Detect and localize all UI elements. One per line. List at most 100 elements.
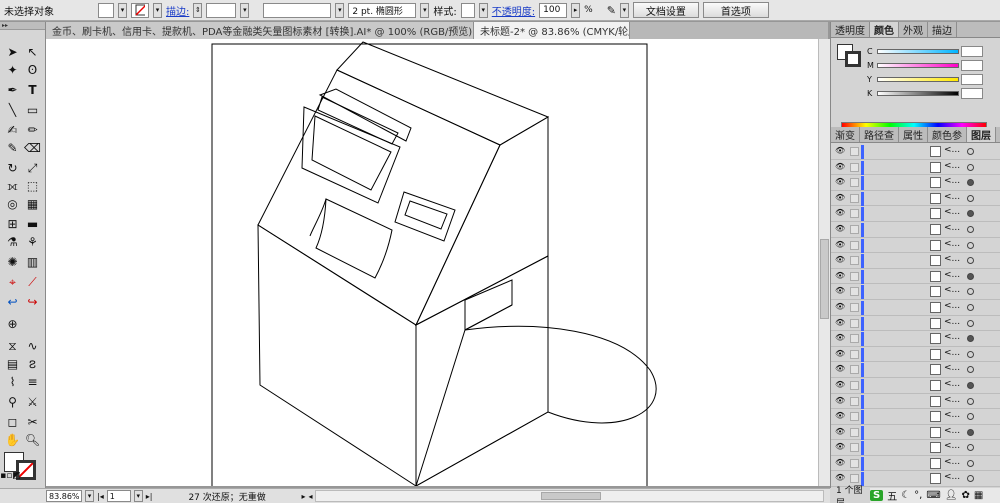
first-page-icon[interactable]: |◂ <box>97 492 104 501</box>
target-circle-icon[interactable] <box>967 257 974 265</box>
knife-tool-icon[interactable]: ⚔ <box>24 394 41 410</box>
target-circle-icon[interactable] <box>967 381 974 389</box>
target-circle-icon[interactable] <box>967 179 974 187</box>
target-circle-icon[interactable] <box>967 225 974 233</box>
tab-attributes[interactable]: 属性 <box>899 127 928 142</box>
visibility-eye-icon[interactable]: 👁︎ <box>835 396 845 405</box>
color-mode-icon[interactable]: ▪▫◩ <box>0 468 21 484</box>
lock-toggle-icon[interactable] <box>850 147 859 156</box>
visibility-eye-icon[interactable]: 👁︎ <box>835 443 845 451</box>
opacity-dropdown[interactable]: ▸ <box>571 2 581 18</box>
visibility-eye-icon[interactable]: 👁︎ <box>835 412 845 420</box>
layer-row[interactable]: 👁︎ <... <box>831 284 1000 300</box>
warp-tool-icon[interactable]: ∿ <box>24 338 41 354</box>
slice-tool-icon[interactable]: ⟋ <box>24 274 41 290</box>
layer-row[interactable]: 👁︎ <... <box>831 159 1000 176</box>
lock-toggle-icon[interactable] <box>850 271 859 281</box>
target-circle-icon[interactable] <box>967 148 974 155</box>
opacity-input[interactable]: 100 <box>539 2 568 18</box>
lock-toggle-icon[interactable] <box>850 224 859 234</box>
scale-tool-icon[interactable]: ⤢ <box>24 160 41 176</box>
stroke-weight-stepper[interactable]: ⇕ <box>193 2 203 18</box>
target-circle-icon[interactable] <box>967 350 974 358</box>
lock-toggle-icon[interactable] <box>850 302 859 312</box>
channel-m-slider[interactable] <box>877 62 959 68</box>
lock-toggle-icon[interactable] <box>850 349 859 359</box>
grid-tool-icon[interactable]: ▤ <box>4 356 21 372</box>
ime-mode[interactable]: 五 <box>887 488 897 503</box>
visibility-eye-icon[interactable]: 👁︎ <box>835 287 845 295</box>
target-circle-icon[interactable] <box>967 303 974 311</box>
lock-toggle-icon[interactable] <box>850 256 859 266</box>
layer-row[interactable]: 👁︎ <... <box>831 144 1000 160</box>
lock-toggle-icon[interactable] <box>850 412 859 422</box>
channel-c-input[interactable] <box>961 45 983 57</box>
stroke-swatch-box[interactable] <box>131 2 149 18</box>
lock-toggle-icon[interactable] <box>850 380 859 390</box>
twirl-tool-icon[interactable]: ౭ <box>24 356 41 372</box>
column-graph-tool-icon[interactable]: ▥ <box>24 254 41 270</box>
channel-c-slider[interactable] <box>877 48 959 54</box>
visibility-eye-icon[interactable]: 👁︎ <box>835 147 845 155</box>
target-circle-icon[interactable] <box>967 194 974 202</box>
tab-layers[interactable]: 图层 <box>967 127 996 142</box>
layer-row[interactable]: 👁︎ <... <box>831 190 1000 207</box>
lock-toggle-icon[interactable] <box>850 162 859 172</box>
visibility-eye-icon[interactable]: 👁︎ <box>835 178 845 186</box>
lock-toggle-icon[interactable] <box>850 209 859 219</box>
tab-appearance[interactable]: 外观 <box>899 22 928 37</box>
visibility-eye-icon[interactable]: 👁︎ <box>835 349 845 358</box>
tab-pathfinder[interactable]: 路径查 <box>860 127 899 142</box>
layer-row[interactable]: 👁︎ <... <box>831 299 1000 316</box>
opacity-label-link[interactable]: 不透明度: <box>492 3 535 18</box>
align-tool-icon[interactable]: ≡ <box>24 374 41 390</box>
lock-toggle-icon[interactable] <box>850 193 859 203</box>
envelope-tool-icon[interactable]: ⧖ <box>4 338 21 354</box>
visibility-eye-icon[interactable]: 👁︎ <box>835 256 845 264</box>
visibility-eye-icon[interactable]: 👁︎ <box>835 240 845 249</box>
channel-k-input[interactable] <box>961 87 983 99</box>
rectangle-tool-icon[interactable]: ▭ <box>24 102 41 118</box>
type-tool-icon[interactable]: T <box>24 82 41 98</box>
visibility-eye-icon[interactable]: 👁︎ <box>835 458 845 467</box>
target-circle-icon[interactable] <box>967 444 974 452</box>
free-transform-tool-icon[interactable]: ⬚ <box>24 178 41 194</box>
scroll-left-icon[interactable]: ◂ <box>308 492 312 501</box>
pen-tool-icon[interactable]: ✒ <box>4 82 21 98</box>
layer-row[interactable]: 👁︎ <... <box>831 455 1000 472</box>
recolor-icon[interactable]: ✎ <box>607 4 616 17</box>
keyboard-icon[interactable]: ⌨ <box>926 490 940 501</box>
layer-row[interactable]: 👁︎ <... <box>831 237 1000 254</box>
target-circle-icon[interactable] <box>967 475 974 483</box>
lasso-tool-icon[interactable]: ʘ <box>24 62 41 78</box>
zigzag-tool-icon[interactable]: ↪ <box>24 294 41 310</box>
visibility-eye-icon[interactable]: 👁︎ <box>835 365 845 373</box>
horizontal-scrollbar-thumb[interactable] <box>541 492 602 500</box>
zoom-dropdown[interactable]: ▾ <box>85 490 94 502</box>
layer-row[interactable]: 👁︎ <... <box>831 221 1000 238</box>
lock-toggle-icon[interactable] <box>850 396 859 406</box>
lock-toggle-icon[interactable] <box>850 427 859 437</box>
layer-row[interactable]: 👁︎ <... <box>831 377 1000 394</box>
eraser-tool-icon[interactable]: ⌫ <box>24 140 41 156</box>
target-circle-icon[interactable] <box>967 163 974 171</box>
layer-row[interactable]: 👁︎ <... <box>831 268 1000 285</box>
grid-icon[interactable]: ▦ <box>974 490 983 501</box>
target-circle-icon[interactable] <box>967 413 974 421</box>
selection-tool-icon[interactable]: ➤ <box>4 44 21 60</box>
target-circle-icon[interactable] <box>967 241 974 249</box>
layer-row[interactable]: 👁︎ <... <box>831 424 1000 441</box>
next-page-icon[interactable]: ▸| <box>146 492 153 501</box>
preferences-button[interactable]: 首选项 <box>702 2 769 18</box>
blob-brush-tool-icon[interactable]: ✎ <box>4 140 21 156</box>
lock-toggle-icon[interactable] <box>850 318 859 328</box>
hand-arc-tool-icon[interactable]: ↩ <box>4 294 21 310</box>
document-setup-button[interactable]: 文档设置 <box>632 2 699 18</box>
vertical-scrollbar[interactable] <box>818 39 830 486</box>
symbol-sprayer-tool-icon[interactable]: ✺ <box>4 254 21 270</box>
visibility-eye-icon[interactable]: 👁︎ <box>835 271 845 280</box>
fill-swatch-box[interactable] <box>98 2 114 18</box>
width-tool-icon[interactable]: ⟗ <box>4 178 21 194</box>
direct-selection-tool-icon[interactable]: ↖ <box>24 44 41 60</box>
stroke-color-dropdown[interactable]: ▾ <box>153 2 162 18</box>
